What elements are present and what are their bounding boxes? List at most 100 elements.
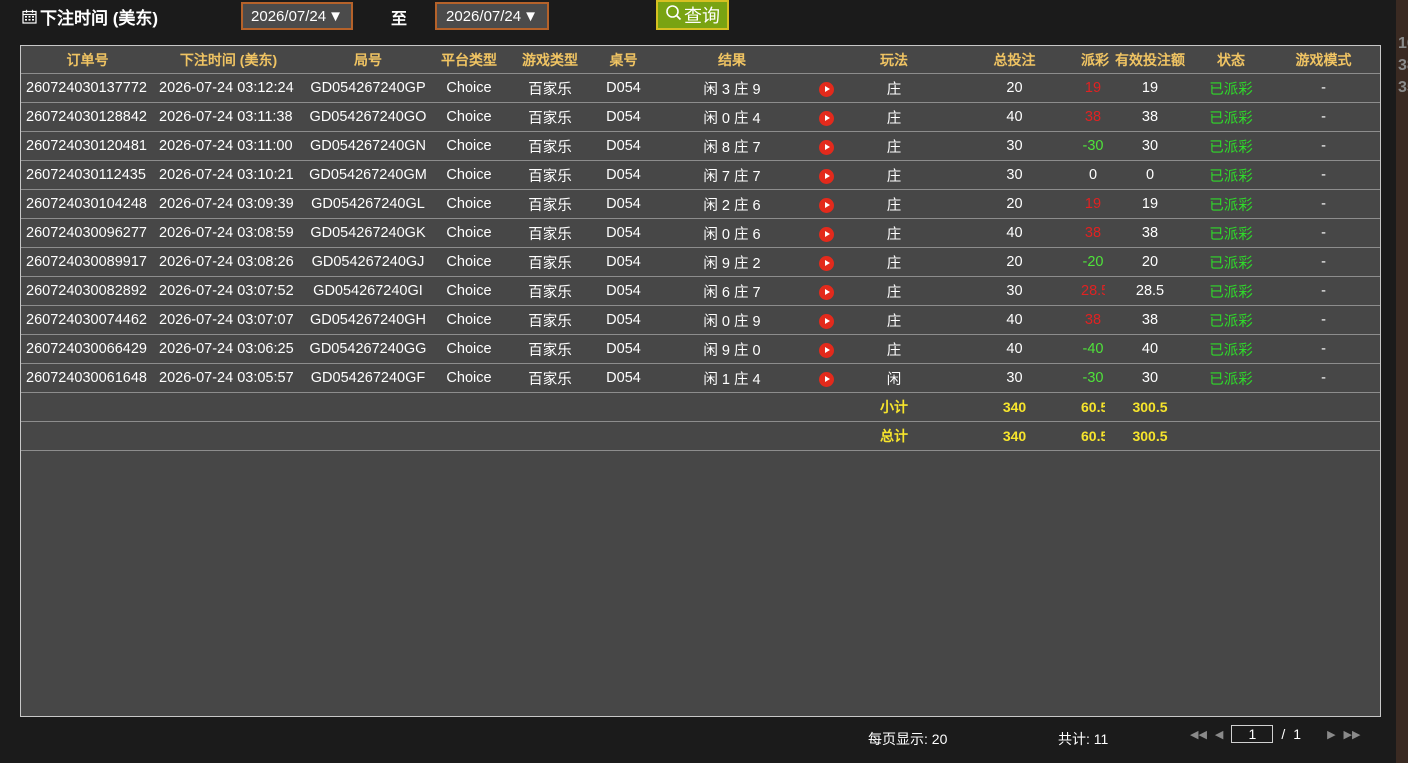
- payout: -20: [1081, 247, 1105, 277]
- valid-bet: 30: [1105, 363, 1195, 393]
- bet-records-dialog: 下注时间 (美东) 2026/07/24 ▼ 至 2026/07/24 ▼ 查询: [0, 0, 1396, 763]
- status: 已派彩: [1195, 247, 1267, 277]
- platform-type: Choice: [433, 363, 505, 393]
- end-date-select[interactable]: 2026/07/24 ▼: [435, 2, 549, 30]
- play-circle-icon[interactable]: [818, 226, 834, 242]
- valid-bet: 38: [1105, 218, 1195, 248]
- play-icon-cell: [812, 131, 840, 161]
- status: 已派彩: [1195, 160, 1267, 190]
- valid-bet: 28.5: [1105, 276, 1195, 306]
- round-number: GD054267240GP: [303, 73, 433, 103]
- pagination-bar: 每页显示: 20 共计: 11 ◀◀ ◀ / 1 ▶ ▶▶: [0, 718, 1396, 755]
- next-page-icon[interactable]: ▶: [1327, 728, 1335, 741]
- play-circle-icon[interactable]: [818, 139, 834, 155]
- chevron-down-icon: ▼: [328, 7, 343, 25]
- payout: 19: [1081, 189, 1105, 219]
- status: 已派彩: [1195, 131, 1267, 161]
- status: 已派彩: [1195, 189, 1267, 219]
- table-number: D054: [595, 363, 652, 393]
- table-number: D054: [595, 247, 652, 277]
- date-range-separator: 至: [391, 11, 408, 28]
- total-bet: 20: [948, 73, 1081, 103]
- result: 闲 9 庄 2: [652, 247, 812, 277]
- round-number: GD054267240GO: [303, 102, 433, 132]
- background-digit: 35: [1398, 79, 1408, 96]
- pager: ◀◀ ◀ / 1 ▶ ▶▶: [1190, 725, 1360, 743]
- valid-bet: 20: [1105, 247, 1195, 277]
- play-circle-icon[interactable]: [818, 371, 834, 387]
- play-circle-icon[interactable]: [818, 110, 834, 126]
- bet-time: 2026-07-24 03:06:25: [154, 334, 303, 364]
- play-icon-cell: [812, 247, 840, 277]
- platform-type: Choice: [433, 247, 505, 277]
- play-icon-cell: [812, 160, 840, 190]
- total-bet: 30: [948, 276, 1081, 306]
- result: 闲 0 庄 4: [652, 102, 812, 132]
- play-icon-cell: [812, 305, 840, 335]
- play-circle-icon[interactable]: [818, 342, 834, 358]
- end-date-value: 2026/07/24: [446, 7, 522, 25]
- game-type: 百家乐: [505, 247, 595, 277]
- order-number: 260724030137772: [21, 73, 154, 103]
- platform-type: Choice: [433, 73, 505, 103]
- prev-page-icon[interactable]: ◀: [1215, 728, 1223, 741]
- game-mode: -: [1267, 247, 1380, 277]
- last-page-icon[interactable]: ▶▶: [1344, 728, 1361, 741]
- bet-side: 庄: [840, 305, 948, 335]
- table-row: 260724030120481 2026-07-24 03:11:00 GD0542…: [21, 131, 1380, 161]
- play-circle-icon[interactable]: [818, 284, 834, 300]
- total-bet: 40: [948, 102, 1081, 132]
- status: 已派彩: [1195, 334, 1267, 364]
- play-circle-icon[interactable]: [818, 197, 834, 213]
- empty-cell: [1195, 392, 1380, 422]
- total-bet: 30: [948, 363, 1081, 393]
- table-number: D054: [595, 276, 652, 306]
- bet-time: 2026-07-24 03:08:59: [154, 218, 303, 248]
- first-page-icon[interactable]: ◀◀: [1190, 728, 1207, 741]
- table-number: D054: [595, 73, 652, 103]
- payout: -30: [1081, 363, 1105, 393]
- status: 已派彩: [1195, 73, 1267, 103]
- game-type: 百家乐: [505, 334, 595, 364]
- bet-side: 庄: [840, 189, 948, 219]
- play-circle-icon[interactable]: [818, 313, 834, 329]
- column-header: 订单号: [21, 46, 154, 74]
- play-circle-icon[interactable]: [818, 255, 834, 271]
- game-type: 百家乐: [505, 276, 595, 306]
- round-number: GD054267240GF: [303, 363, 433, 393]
- table-row: 260724030066429 2026-07-24 03:06:25 GD0542…: [21, 334, 1380, 364]
- platform-type: Choice: [433, 305, 505, 335]
- status: 已派彩: [1195, 305, 1267, 335]
- platform-type: Choice: [433, 102, 505, 132]
- valid-bet: 38: [1105, 102, 1195, 132]
- game-mode: -: [1267, 160, 1380, 190]
- round-number: GD054267240GN: [303, 131, 433, 161]
- empty-cell: [21, 421, 840, 451]
- round-number: GD054267240GJ: [303, 247, 433, 277]
- page-number-input[interactable]: [1231, 725, 1274, 743]
- background-digit: 38: [1398, 57, 1408, 74]
- bet-time-filter-label: 下注时间 (美东): [22, 4, 158, 29]
- round-number: GD054267240GI: [303, 276, 433, 306]
- column-header: 总投注: [948, 46, 1081, 74]
- table-number: D054: [595, 160, 652, 190]
- start-date-select[interactable]: 2026/07/24 ▼: [241, 2, 353, 30]
- page-separator: /: [1281, 726, 1286, 742]
- total-total-bet: 340: [948, 421, 1081, 451]
- game-type: 百家乐: [505, 73, 595, 103]
- payout: 0: [1081, 160, 1105, 190]
- empty-cell: [21, 392, 840, 422]
- query-button[interactable]: 查询: [656, 0, 729, 30]
- order-number: 260724030104248: [21, 189, 154, 219]
- play-circle-icon[interactable]: [818, 168, 834, 184]
- round-number: GD054267240GG: [303, 334, 433, 364]
- result: 闲 0 庄 9: [652, 305, 812, 335]
- column-header: 桌号: [595, 46, 652, 74]
- result: 闲 3 庄 9: [652, 73, 812, 103]
- result: 闲 8 庄 7: [652, 131, 812, 161]
- bet-side: 庄: [840, 218, 948, 248]
- total-bet: 40: [948, 334, 1081, 364]
- payout: 28.5: [1081, 276, 1105, 306]
- play-circle-icon[interactable]: [818, 81, 834, 97]
- play-icon-cell: [812, 276, 840, 306]
